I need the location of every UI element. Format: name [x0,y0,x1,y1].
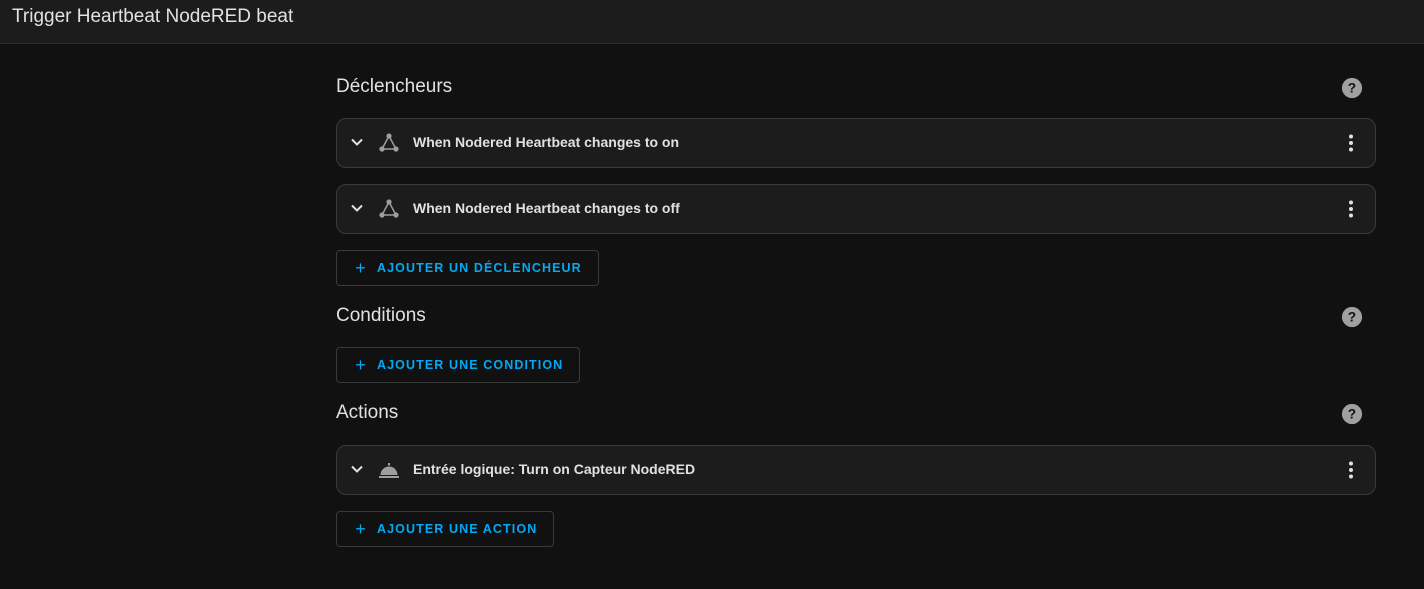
add-trigger-button[interactable]: + AJOUTER UN DÉCLENCHEUR [336,250,599,286]
chevron-down-icon[interactable] [350,201,364,215]
more-vert-icon[interactable] [1341,199,1361,219]
triggers-section-title: Déclencheurs [336,76,453,97]
page-title: Trigger Heartbeat NodeRED beat [12,6,294,27]
svg-text:?: ? [1348,310,1356,325]
plus-icon: + [355,258,367,278]
chevron-down-icon[interactable] [350,462,364,476]
action-label: Entrée logique: Turn on Capteur NodeRED [413,461,696,477]
svg-text:?: ? [1348,407,1356,422]
trigger-label: When Nodered Heartbeat changes to off [413,200,680,216]
conditions-section-title: Conditions [336,305,426,326]
help-icon[interactable]: ? [1341,403,1363,425]
trigger-label: When Nodered Heartbeat changes to on [413,134,680,150]
add-action-button[interactable]: + AJOUTER UNE ACTION [336,511,555,547]
actions-section-title: Actions [336,402,399,423]
more-vert-icon[interactable] [1341,460,1361,480]
service-bell-icon [379,463,399,478]
add-action-label: AJOUTER UNE ACTION [377,522,538,536]
state-trigger-icon [379,133,399,152]
more-vert-icon[interactable] [1341,133,1361,153]
plus-icon: + [355,519,367,539]
trigger-card[interactable]: When Nodered Heartbeat changes to on [336,118,1376,168]
chevron-down-icon[interactable] [350,135,364,149]
add-condition-button[interactable]: + AJOUTER UNE CONDITION [336,347,581,383]
trigger-card[interactable]: When Nodered Heartbeat changes to off [336,184,1376,234]
plus-icon: + [355,355,367,375]
top-bar: Trigger Heartbeat NodeRED beat [0,0,1424,44]
add-condition-label: AJOUTER UNE CONDITION [377,358,564,372]
help-icon[interactable]: ? [1341,77,1363,99]
help-icon[interactable]: ? [1341,306,1363,328]
state-trigger-icon [379,199,399,218]
action-card[interactable]: Entrée logique: Turn on Capteur NodeRED [336,445,1376,495]
add-trigger-label: AJOUTER UN DÉCLENCHEUR [377,261,582,275]
svg-text:?: ? [1348,81,1356,96]
